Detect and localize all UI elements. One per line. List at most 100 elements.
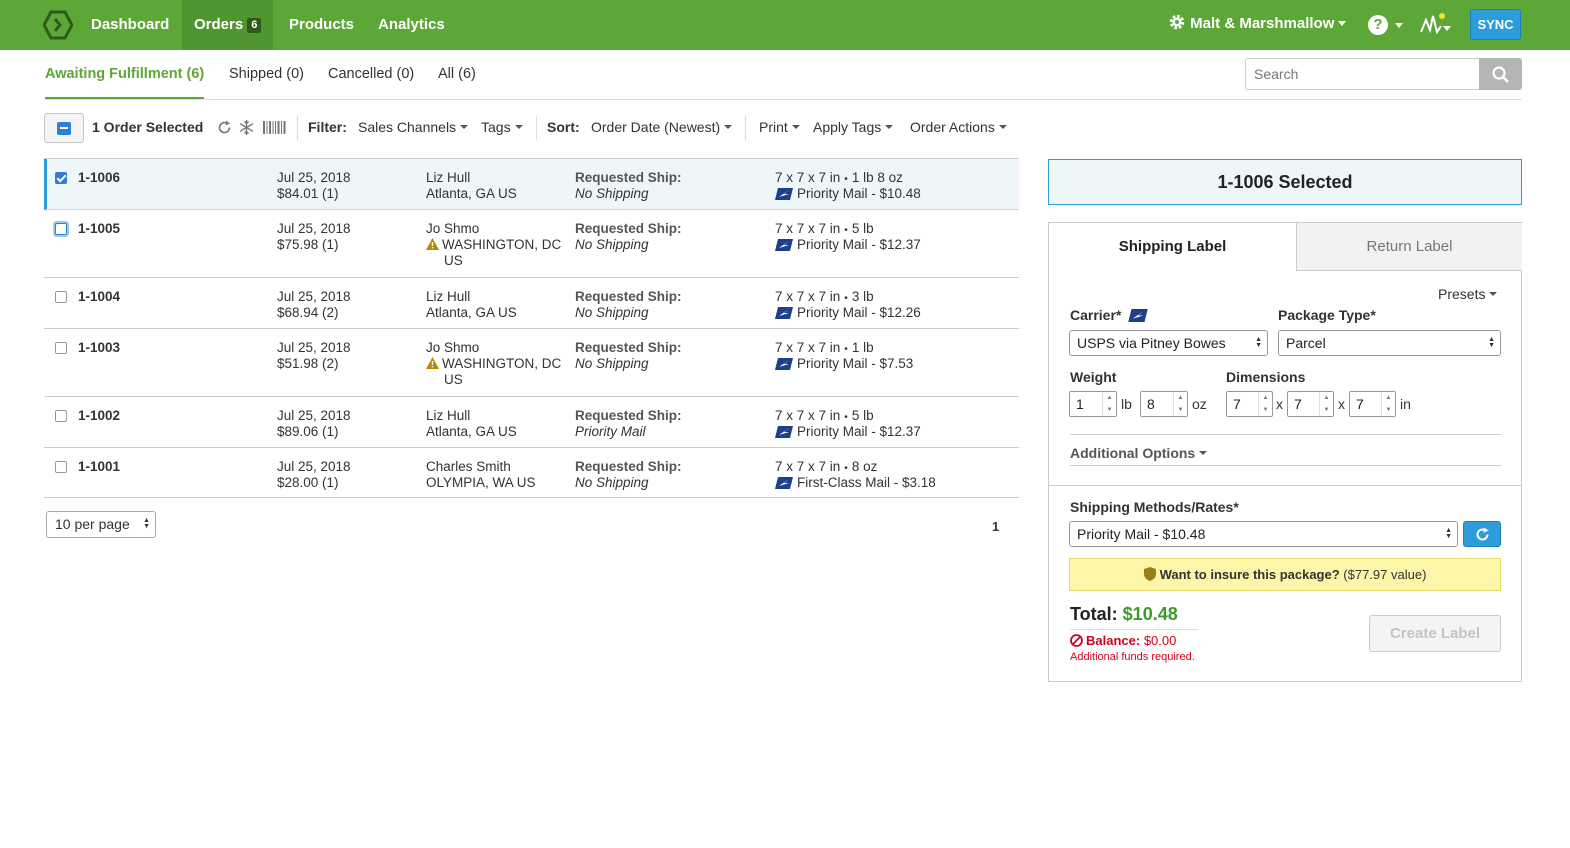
- shipping-service[interactable]: Priority Mail - $7.53: [775, 356, 913, 372]
- requested-ship-value: Priority Mail: [575, 424, 646, 439]
- requested-ship-value: No Shipping: [575, 237, 649, 252]
- in-unit: in: [1400, 396, 1411, 412]
- gear-icon: [1169, 14, 1185, 30]
- shipping-service[interactable]: First-Class Mail - $3.18: [775, 475, 936, 491]
- chevron-down-icon: [1338, 21, 1347, 26]
- shipping-method-select[interactable]: Priority Mail - $10.48 ▲ ▼: [1069, 521, 1458, 547]
- divider: [1070, 434, 1501, 435]
- barcode-icon[interactable]: [263, 121, 286, 134]
- usps-eagle-icon: [775, 239, 793, 251]
- sort-dropdown[interactable]: Order Date (Newest): [591, 119, 733, 135]
- table-row[interactable]: 1-1004 Jul 25, 2018 $68.94 (2) Liz Hull …: [44, 278, 1019, 329]
- customer-address: OLYMPIA, WA US: [426, 475, 536, 490]
- tab-cancelled[interactable]: Cancelled (0): [328, 66, 414, 100]
- usps-eagle-icon: [775, 188, 793, 200]
- weight-label: Weight: [1070, 369, 1117, 385]
- nav-dashboard[interactable]: Dashboard: [79, 0, 181, 50]
- tags-dropdown[interactable]: Tags: [481, 119, 523, 135]
- table-row[interactable]: 1-1003 Jul 25, 2018 $51.98 (2) Jo Shmo W…: [44, 329, 1019, 397]
- tab-shipped[interactable]: Shipped (0): [229, 66, 304, 100]
- order-number[interactable]: 1-1005: [78, 221, 120, 237]
- requested-ship-label: Requested Ship:: [575, 340, 682, 355]
- row-checkbox[interactable]: [55, 461, 67, 473]
- shipping-service[interactable]: Priority Mail - $10.48: [775, 186, 921, 202]
- customer-name: Liz Hull: [426, 408, 471, 423]
- length-input[interactable]: 7 ▲ ▼: [1226, 391, 1273, 417]
- tabs-divider: [45, 99, 1522, 100]
- refresh-rates-button[interactable]: [1463, 521, 1501, 547]
- height-input[interactable]: 7 ▲ ▼: [1349, 391, 1396, 417]
- tab-awaiting-fulfillment[interactable]: Awaiting Fulfillment (6): [45, 66, 205, 100]
- page-number[interactable]: 1: [992, 519, 999, 534]
- customer-address: WASHINGTON, DC: [426, 356, 561, 372]
- tab-shipping-label[interactable]: Shipping Label: [1049, 223, 1296, 271]
- row-checkbox[interactable]: [55, 342, 67, 354]
- requested-ship-value: No Shipping: [575, 186, 649, 201]
- search-input[interactable]: [1245, 58, 1480, 90]
- oz-unit: oz: [1192, 396, 1207, 412]
- tab-all[interactable]: All (6): [438, 66, 476, 100]
- width-input[interactable]: 7 ▲ ▼: [1287, 391, 1334, 417]
- order-number[interactable]: 1-1006: [78, 170, 120, 186]
- order-number[interactable]: 1-1004: [78, 289, 120, 305]
- row-checkbox[interactable]: [55, 410, 67, 422]
- order-number[interactable]: 1-1001: [78, 459, 120, 475]
- shipping-service[interactable]: Priority Mail - $12.26: [775, 305, 921, 321]
- top-nav: Dashboard Orders 6 Products Analytics Mal…: [0, 0, 1570, 50]
- order-total: $89.06 (1): [277, 424, 339, 439]
- carrier-select[interactable]: USPS via Pitney Bowes ▲ ▼: [1069, 330, 1268, 356]
- table-row[interactable]: 1-1005 Jul 25, 2018 $75.98 (1) Jo Shmo W…: [44, 210, 1019, 278]
- row-checkbox[interactable]: [55, 172, 67, 184]
- sales-channels-dropdown[interactable]: Sales Channels: [358, 119, 469, 135]
- nav-analytics[interactable]: Analytics: [366, 0, 457, 50]
- order-number[interactable]: 1-1002: [78, 408, 120, 424]
- presets-dropdown[interactable]: Presets: [1438, 286, 1498, 302]
- customer-address: Atlanta, GA US: [426, 424, 517, 439]
- selected-count: 1 Order Selected: [92, 119, 204, 135]
- shipping-service[interactable]: Priority Mail - $12.37: [775, 237, 921, 253]
- shipping-service[interactable]: Priority Mail - $12.37: [775, 424, 921, 440]
- customer-country: US: [444, 372, 463, 387]
- carrier-label: Carrier*: [1070, 307, 1149, 323]
- search-button[interactable]: [1479, 58, 1522, 90]
- order-number[interactable]: 1-1003: [78, 340, 120, 356]
- refresh-icon[interactable]: [217, 120, 232, 135]
- snowflake-icon[interactable]: [238, 119, 255, 136]
- weight-oz-input[interactable]: 8 ▲ ▼: [1140, 391, 1188, 417]
- table-row[interactable]: 1-1002 Jul 25, 2018 $89.06 (1) Liz Hull …: [44, 397, 1019, 448]
- toolbar-divider: [536, 116, 537, 140]
- divider: [1070, 629, 1198, 630]
- additional-options-toggle[interactable]: Additional Options: [1070, 445, 1208, 461]
- tab-return-label[interactable]: Return Label: [1296, 223, 1522, 271]
- apply-tags-dropdown[interactable]: Apply Tags: [813, 119, 894, 135]
- customer-name: Charles Smith: [426, 459, 511, 474]
- nav-products[interactable]: Products: [277, 0, 366, 50]
- create-label-button[interactable]: Create Label: [1369, 615, 1501, 652]
- insurance-banner[interactable]: Want to insure this package? ($77.97 val…: [1069, 558, 1501, 591]
- print-dropdown[interactable]: Print: [759, 119, 800, 135]
- order-total: $51.98 (2): [277, 356, 339, 371]
- logo-icon[interactable]: [43, 10, 73, 40]
- package-type-select[interactable]: Parcel ▲ ▼: [1278, 330, 1501, 356]
- divider: [1049, 485, 1521, 486]
- row-checkbox[interactable]: [55, 223, 67, 235]
- row-checkbox[interactable]: [55, 291, 67, 303]
- chevron-down-icon[interactable]: [1395, 23, 1403, 28]
- nav-orders[interactable]: Orders 6: [182, 0, 274, 50]
- account-menu[interactable]: Malt & Marshmallow: [1168, 13, 1347, 37]
- requested-ship-value: No Shipping: [575, 305, 649, 320]
- weight-lb-input[interactable]: 1 ▲ ▼: [1069, 391, 1117, 417]
- usps-eagle-icon: [775, 358, 793, 370]
- order-actions-dropdown[interactable]: Order Actions: [910, 119, 1007, 135]
- per-page-select[interactable]: 10 per page ▲ ▼: [46, 511, 156, 538]
- package-type-label: Package Type*: [1278, 307, 1376, 323]
- order-date: Jul 25, 2018: [277, 408, 351, 423]
- toolbar-divider: [745, 116, 746, 140]
- activity-icon[interactable]: [1420, 12, 1454, 36]
- select-all-checkbox[interactable]: [44, 113, 84, 143]
- customer-name: Jo Shmo: [426, 340, 480, 355]
- help-icon[interactable]: ?: [1368, 15, 1388, 35]
- sync-button[interactable]: SYNC: [1470, 9, 1521, 40]
- table-row[interactable]: 1-1001 Jul 25, 2018 $28.00 (1) Charles S…: [44, 448, 1019, 498]
- table-row[interactable]: 1-1006 Jul 25, 2018 $84.01 (1) Liz Hull …: [44, 159, 1019, 210]
